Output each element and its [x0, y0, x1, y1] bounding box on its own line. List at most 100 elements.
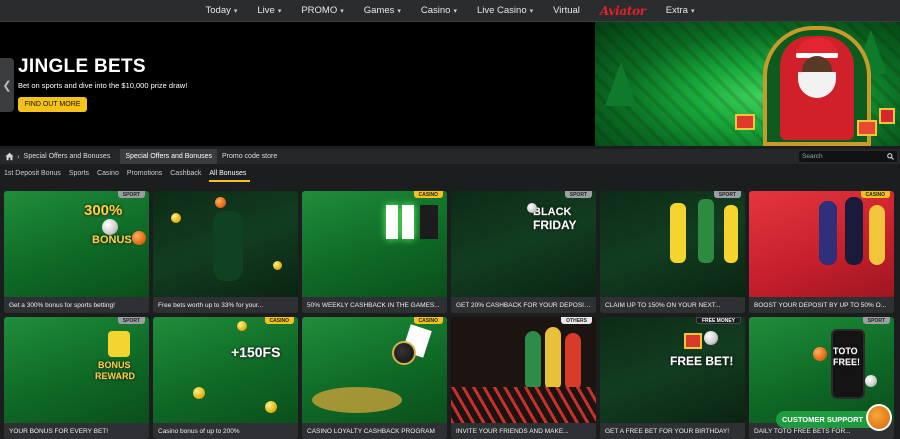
bonus-card[interactable]: FREE BET! FREE MONEY GET A FREE BET FOR … [600, 317, 745, 439]
card-art-text: FREE BET! [670, 354, 734, 368]
card-tag: SPORT [117, 191, 145, 198]
bonus-card[interactable]: +150FS CASINO Casino bonus of up to 200% [153, 317, 298, 439]
filter-cashback[interactable]: Cashback [170, 170, 205, 182]
card-image: 300% BONUS [4, 191, 149, 297]
filter-sports[interactable]: Sports [69, 170, 93, 182]
bonus-card[interactable]: SPORT CLAIM UP TO 150% ON YOUR NEXT... [600, 191, 745, 313]
bonus-card[interactable]: CASINO 50% WEEKLY CASHBACK IN THE GAMES.… [302, 191, 447, 313]
card-tag: CASINO [264, 317, 294, 324]
search-input[interactable]: Search [799, 151, 897, 162]
bonus-card[interactable]: BONUS REWARD SPORT YOUR BONUS FOR EVERY … [4, 317, 149, 439]
tab-special-offers[interactable]: Special Offers and Bonuses [120, 149, 217, 164]
nav-item-extra[interactable]: Extra ▾ [656, 5, 705, 16]
card-art-text: 300% [84, 202, 123, 219]
bonus-card[interactable]: OTHERS INVITE YOUR FRIENDS AND MAKE... [451, 317, 596, 439]
gift-icon [735, 114, 755, 130]
basketball-icon [132, 231, 146, 245]
nav-item-casino[interactable]: Casino ▾ [411, 5, 467, 16]
card-caption: Get a 300% bonus for sports betting! [4, 297, 149, 313]
card-tag: CASINO [413, 191, 443, 198]
card-caption: YOUR BONUS FOR EVERY BET! [4, 423, 149, 439]
filter-all-bonuses[interactable]: All Bonuses [209, 170, 251, 182]
nav-item-games[interactable]: Games ▾ [354, 5, 411, 16]
card-image [302, 317, 447, 423]
nav-item-today[interactable]: Today ▾ [196, 5, 248, 16]
chevron-down-icon: ▾ [453, 7, 457, 15]
search-placeholder: Search [802, 153, 823, 160]
card-image [600, 191, 745, 297]
nav-item-live[interactable]: Live ▾ [247, 5, 291, 16]
gift-icon [857, 120, 877, 136]
card-art-text: TOTO [833, 346, 858, 356]
card-image [451, 317, 596, 423]
card-caption: GET 20% CASHBACK FOR YOUR DEPOSIT... [451, 297, 596, 313]
card-art-text: REWARD [95, 371, 135, 381]
football-icon [527, 203, 537, 213]
chevron-down-icon: ▾ [233, 7, 238, 15]
football-icon [704, 331, 718, 345]
nav-label: Extra [665, 5, 688, 16]
card-image: +150FS [153, 317, 298, 423]
card-caption: CLAIM UP TO 150% ON YOUR NEXT... [600, 297, 745, 313]
filter-1st-deposit[interactable]: 1st Deposit Bonus [4, 170, 65, 182]
nav-label: Live Casino [476, 5, 527, 16]
home-icon[interactable] [5, 152, 14, 161]
card-art-text: BONUS [92, 234, 132, 246]
chevron-down-icon: ▾ [690, 7, 695, 15]
top-nav: Today ▾ Live ▾ PROMO ▾ Games ▾ Casino ▾ Live … [0, 0, 900, 22]
card-tag: SPORT [564, 191, 592, 198]
nav-label: Live [257, 5, 275, 16]
chevron-right-icon: › [17, 152, 20, 161]
chevron-down-icon: ▾ [277, 7, 282, 15]
bonus-card[interactable]: Free bets worth up to 33% for your... [153, 191, 298, 313]
card-art-text: BONUS [98, 360, 131, 370]
nav-item-virtual[interactable]: Virtual [543, 5, 590, 16]
hero-title: JINGLE BETS [18, 56, 146, 77]
player-figure [525, 331, 541, 391]
bonus-card[interactable]: CASINO BOOST YOUR DEPOSIT BY UP TO 50% O… [749, 191, 894, 313]
nav-label: Today [205, 5, 231, 16]
find-out-more-button[interactable]: FIND OUT MORE [18, 97, 87, 112]
nav-item-promo[interactable]: PROMO ▾ [291, 5, 353, 16]
card-icon [420, 205, 438, 239]
hero-subtitle: Bet on sports and dive into the $10,000 … [18, 81, 188, 90]
bonus-card[interactable]: CASINO CASINO LOYALTY CASHBACK PROGRAM [302, 317, 447, 439]
card-image: FREE BET! [600, 317, 745, 423]
support-mascot-icon[interactable] [866, 404, 892, 431]
filter-casino[interactable]: Casino [97, 170, 123, 182]
player-figure [724, 205, 738, 263]
bonus-card[interactable]: BLACK FRIDAY SPORT GET 20% CASHBACK FOR … [451, 191, 596, 313]
nav-item-live-casino[interactable]: Live Casino ▾ [467, 5, 543, 16]
hero-banner: ❮ JINGLE BETS Bet on sports and dive int… [0, 22, 900, 146]
player-figure [670, 203, 686, 263]
card-caption: GET A FREE BET FOR YOUR BIRTHDAY! [600, 423, 745, 439]
breadcrumb-current[interactable]: Special Offers and Bonuses [24, 153, 111, 160]
player-figure [545, 327, 561, 391]
basketball-icon [215, 197, 226, 208]
chevron-down-icon: ▾ [529, 7, 534, 15]
search-icon[interactable] [887, 153, 894, 160]
coin-icon [171, 213, 181, 223]
card-tag: OTHERS [561, 317, 592, 324]
card-tag: FREE MONEY [695, 317, 741, 324]
nav-item-aviator[interactable]: Aviator [590, 4, 656, 18]
hero-image [595, 22, 900, 146]
nav-label: PROMO [301, 5, 338, 16]
card-image: BONUS REWARD [4, 317, 149, 423]
chevron-down-icon: ▾ [340, 7, 344, 15]
character-figure [845, 197, 863, 265]
bonus-card[interactable]: 300% BONUS SPORT Get a 300% bonus for sp… [4, 191, 149, 313]
card-icon [386, 205, 398, 239]
hero-prev-button[interactable]: ❮ [0, 58, 14, 112]
card-image: BLACK FRIDAY [451, 191, 596, 297]
card-art-text: FREE! [833, 357, 860, 367]
tab-promo-code-store[interactable]: Promo code store [217, 149, 282, 164]
football-icon [102, 219, 118, 235]
card-image [749, 191, 894, 297]
card-art-text: +150FS [231, 344, 281, 360]
football-icon [865, 375, 877, 387]
card-tag: SPORT [117, 317, 145, 324]
character-figure [869, 205, 885, 265]
player-silhouette [213, 211, 243, 281]
filter-promotions[interactable]: Promotions [127, 170, 166, 182]
